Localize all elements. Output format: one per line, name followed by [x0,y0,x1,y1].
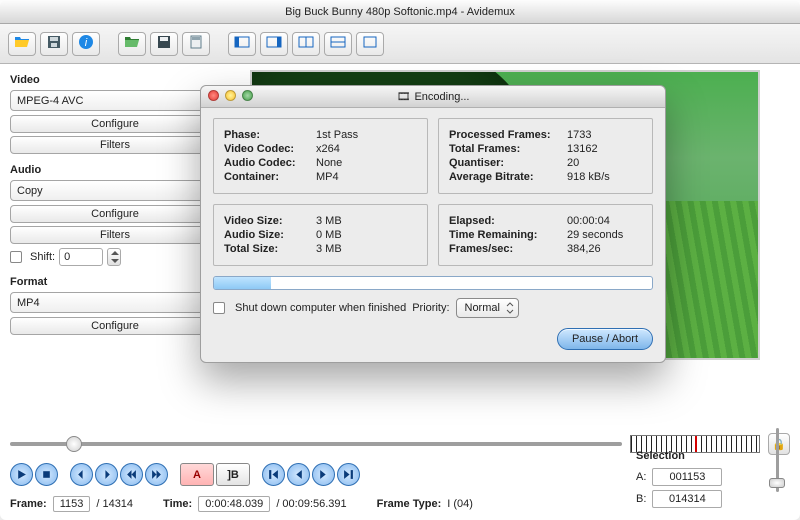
format-value: MP4 [17,297,40,309]
encode-size-panel: Video Size:3 MB Audio Size:0 MB Total Si… [213,204,428,266]
layout-icon [234,34,250,53]
pause-abort-button[interactable]: Pause / Abort [557,328,653,350]
frametype-value: I (04) [447,498,473,510]
single-icon [362,34,378,53]
prev-keyframe-button[interactable] [120,463,143,486]
film-icon: 🎞 [396,90,410,103]
encode-time-panel: Elapsed:00:00:04 Time Remaining:29 secon… [438,204,653,266]
layout-right-icon [266,34,282,53]
time-total: / 00:09:56.391 [276,498,346,510]
goto-marker-a-button[interactable] [287,463,310,486]
stop-button[interactable] [35,463,58,486]
play-button[interactable] [10,463,33,486]
format-section-title: Format [10,276,220,288]
chevron-updown-icon [505,301,515,318]
shift-value-input[interactable]: 0 [59,248,103,266]
rows-icon [330,34,346,53]
audio-configure-button[interactable]: Configure [10,205,220,223]
columns-icon [298,34,314,53]
priority-select[interactable]: Normal [456,298,519,318]
shift-label: Shift: [30,251,55,263]
timeline-slider[interactable] [10,442,622,446]
sel-b-field[interactable]: 014314 [652,490,722,508]
goto-start-button[interactable] [262,463,285,486]
sel-a-field[interactable]: 001153 [652,468,722,486]
video-configure-button[interactable]: Configure [10,115,220,133]
selection-box: Selection A: 001153 B: 014314 [636,450,786,512]
audio-section-title: Audio [10,164,220,176]
save-video-button[interactable] [150,32,178,56]
info-icon: i [78,34,94,53]
format-configure-button[interactable]: Configure [10,317,220,335]
volume-slider[interactable] [768,428,786,492]
time-label: Time: [163,498,192,510]
audio-codec-select[interactable]: Copy [10,180,220,201]
frametype-label: Frame Type: [377,498,442,510]
calculator-icon [188,34,204,53]
close-icon[interactable] [208,90,219,101]
frame-label: Frame: [10,498,47,510]
shutdown-label: Shut down computer when finished [235,302,406,314]
video-section-title: Video [10,74,220,86]
time-input[interactable]: 0:00:48.039 [198,496,270,512]
audio-shift-row: Shift: 0 [10,248,220,266]
folder-open-icon [14,34,30,53]
main-title-bar: Big Buck Bunny 480p Softonic.mp4 - Avide… [0,0,800,24]
zoom-icon[interactable] [242,90,253,101]
prev-frame-button[interactable] [70,463,93,486]
layout-1-button[interactable] [228,32,256,56]
next-keyframe-button[interactable] [145,463,168,486]
selection-title: Selection [636,450,786,462]
dialog-title-bar[interactable]: 🎞 Encoding... [201,86,665,108]
priority-label: Priority: [412,302,449,314]
video-codec-value: MPEG-4 AVC [17,95,83,107]
main-window-title: Big Buck Bunny 480p Softonic.mp4 - Avide… [285,6,515,18]
encode-progress-bar [213,276,653,290]
codec-sidebar: Video MPEG-4 AVC Configure Filters Audio… [10,70,220,338]
next-frame-button[interactable] [95,463,118,486]
frame-input[interactable]: 1153 [53,496,91,512]
shift-stepper[interactable] [107,248,121,266]
open-file-button[interactable] [8,32,36,56]
layout-2-button[interactable] [260,32,288,56]
layout-5-button[interactable] [356,32,384,56]
video-filters-button[interactable]: Filters [10,136,220,154]
goto-marker-b-button[interactable] [312,463,335,486]
frame-total: / 14314 [96,498,133,510]
folder-green-icon [124,34,140,53]
set-marker-b-button[interactable]: ]B [216,463,250,486]
sel-a-label: A: [636,471,646,483]
encoding-dialog: 🎞 Encoding... Phase:1st Pass Video Codec… [200,85,666,363]
set-marker-a-button[interactable]: A [180,463,214,486]
sel-b-label: B: [636,493,646,505]
floppy-dark-icon [156,34,172,53]
dialog-title: Encoding... [414,91,469,103]
encode-info-panel: Phase:1st Pass Video Codec:x264 Audio Co… [213,118,428,194]
encode-progress-panel: Processed Frames:1733 Total Frames:13162… [438,118,653,194]
layout-4-button[interactable] [324,32,352,56]
goto-end-button[interactable] [337,463,360,486]
shift-checkbox[interactable] [10,251,22,263]
traffic-lights [208,90,253,101]
open-video-button[interactable] [118,32,146,56]
main-toolbar: i [0,24,800,64]
info-button[interactable]: i [72,32,100,56]
format-select[interactable]: MP4 [10,292,220,313]
audio-filters-button[interactable]: Filters [10,226,220,244]
audio-codec-value: Copy [17,185,43,197]
layout-3-button[interactable] [292,32,320,56]
save-file-button[interactable] [40,32,68,56]
shutdown-checkbox[interactable] [213,302,225,314]
timeline-thumb[interactable] [66,436,82,452]
video-codec-select[interactable]: MPEG-4 AVC [10,90,220,111]
minimize-icon[interactable] [225,90,236,101]
calculator-button[interactable] [182,32,210,56]
floppy-icon [46,34,62,53]
